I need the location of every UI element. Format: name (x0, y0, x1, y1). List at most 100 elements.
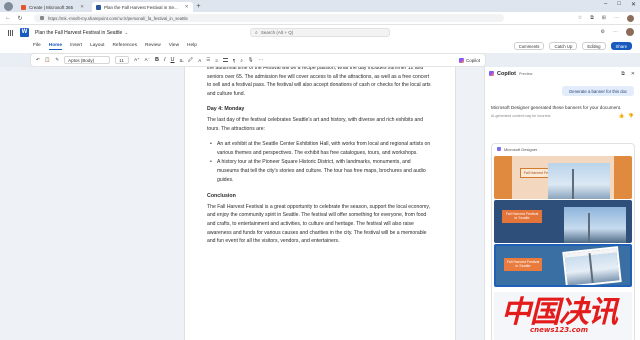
collections-icon[interactable]: ⊞ (602, 15, 606, 22)
dictate-icon[interactable]: 🎙 (248, 57, 254, 63)
close-window-icon[interactable]: ✕ (631, 1, 636, 8)
font-size-select[interactable]: 11 (115, 56, 130, 64)
banner-option-2[interactable]: Fall Harvest Festival in Seattle (494, 200, 632, 243)
tab-references[interactable]: References (112, 43, 137, 50)
strikethrough-icon[interactable]: S̶ (179, 58, 182, 63)
italic-button[interactable]: I (164, 57, 166, 63)
address-bar-row: ← ↻ https://mk.-msoft-my.sharepoint.com/… (0, 12, 640, 25)
menu-right-actions: Comments Catch Up Editing Share (513, 42, 632, 50)
bullets-icon[interactable]: ☰ (206, 57, 210, 63)
copilot-icon (458, 57, 464, 63)
seattle-polaroid-image (562, 246, 622, 285)
numbering-icon[interactable]: ≡ (215, 58, 218, 63)
close-tab-icon[interactable]: ✕ (80, 4, 84, 10)
extensions-icon[interactable]: ⧉ (590, 15, 594, 22)
browser-tab-strip: Create | Microsoft 365 ✕ Plan the Fall H… (0, 0, 640, 12)
find-icon[interactable]: ⌕ (240, 58, 243, 63)
banner-option-1[interactable]: Fall Harvest Festival (494, 156, 632, 199)
list-item: An art exhibit at the Seattle Center Exh… (207, 140, 433, 157)
designer-card-header: Microsoft Designer (492, 144, 634, 154)
bullet-list: An art exhibit at the Seattle Center Exh… (207, 140, 433, 184)
increase-font-icon[interactable]: A⁺ (134, 57, 139, 63)
bold-button[interactable]: B (155, 57, 159, 63)
new-tab-button[interactable]: + (197, 3, 201, 10)
more-icon[interactable]: ⋯ (613, 29, 618, 35)
settings-icon[interactable]: ⚙ (601, 29, 605, 35)
seattle-skyline-image (564, 207, 626, 243)
thumbs-up-icon[interactable]: 👍 (619, 113, 625, 119)
format-painter-icon[interactable]: ✎ (55, 57, 59, 63)
browser-toolbar: ☆ ⧉ ⊞ ⋯ (578, 15, 634, 22)
tab-label: Plan the Fall Harvest Festival in Se... (103, 4, 178, 10)
microsoft-365-icon (21, 4, 26, 10)
word-title-bar: W Plan the Fall Harvest Festival in Seat… (0, 25, 640, 40)
url-field[interactable]: https://mk.-msoft-my.sharepoint.com/:w:/… (34, 14, 504, 22)
document-title-text: Plan the Fall Harvest Festival in Seattl… (35, 29, 123, 36)
tab-file[interactable]: File (33, 43, 41, 50)
maximize-icon[interactable]: □ (617, 1, 621, 8)
tab-insert[interactable]: Insert (70, 43, 82, 50)
lock-icon (40, 16, 44, 20)
word-doc-icon (95, 4, 101, 10)
document-page[interactable]: the autumnal time of the Festival will b… (184, 67, 456, 340)
decrease-font-icon[interactable]: A⁻ (145, 57, 150, 63)
word-logo-icon: W (20, 28, 29, 37)
banner-stripe (494, 156, 512, 199)
url-text: https://mk.-msoft-my.sharepoint.com/:w:/… (48, 15, 188, 21)
site-watermark-logo: 中国决讯 cnews123.com (484, 295, 634, 335)
align-icon[interactable] (222, 57, 228, 63)
close-tab-icon[interactable]: ✕ (185, 4, 189, 10)
refresh-icon[interactable]: ↻ (16, 15, 24, 22)
settings-more-icon[interactable]: ⋯ (614, 15, 619, 22)
title-actions: ⚙ ⋯ (601, 28, 634, 36)
underline-button[interactable]: U (170, 57, 174, 63)
catch-up-button[interactable]: Catch Up (549, 42, 578, 50)
tab-home[interactable]: Home (48, 43, 63, 50)
feedback-buttons: 👍 👎 (619, 113, 634, 119)
banner-title: Fall Harvest Festival in Seattle (502, 210, 542, 223)
ribbon-tabs: File Home Insert Layout References Revie… (0, 40, 640, 53)
tab-help[interactable]: Help (187, 43, 197, 50)
close-pane-icon[interactable]: ✕ (631, 71, 635, 77)
tab-label: Create | Microsoft 365 (29, 4, 74, 10)
thumbs-down-icon[interactable]: 👎 (628, 113, 634, 119)
editing-mode-button[interactable]: Editing (582, 42, 606, 50)
document-title[interactable]: Plan the Fall Harvest Festival in Seattl… (35, 30, 128, 36)
minimize-icon[interactable]: – (604, 1, 607, 8)
highlight-icon[interactable]: 🖍 (187, 57, 193, 63)
font-color-icon[interactable]: A (198, 58, 201, 63)
watermark-main-text: 中国决讯 (501, 295, 618, 330)
list-item: A history tour at the Pioneer Square His… (207, 158, 433, 184)
ai-disclaimer: AI-generated content may be incorrect (491, 114, 551, 118)
font-family-select[interactable]: Aptos (Body) (64, 56, 111, 64)
tab-view[interactable]: View (169, 43, 179, 50)
browser-tab-active[interactable]: Plan the Fall Harvest Festival in Se... … (91, 2, 193, 12)
user-avatar[interactable] (626, 28, 634, 36)
search-placeholder: Search (Alt + Q) (260, 30, 294, 35)
browser-avatar[interactable] (627, 15, 634, 22)
tab-layout[interactable]: Layout (90, 43, 104, 50)
favorites-icon[interactable]: ☆ (578, 15, 582, 22)
pane-options-icon[interactable]: ⧉ (621, 71, 625, 77)
share-button[interactable]: Share (610, 42, 632, 50)
app-launcher-icon[interactable] (8, 29, 14, 36)
copilot-ribbon-button[interactable]: Copilot (458, 57, 480, 63)
tab-review[interactable]: Review (145, 43, 161, 50)
copilot-header: Copilot Preview ⧉ ✕ (485, 67, 640, 80)
prompt-bubble: Generate a banner for this doc (562, 86, 634, 96)
search-input[interactable]: ⌕ Search (Alt + Q) (250, 28, 390, 37)
comments-button[interactable]: Comments (513, 42, 545, 50)
back-icon[interactable]: ← (4, 15, 12, 21)
browser-tab[interactable]: Create | Microsoft 365 ✕ (17, 2, 88, 12)
seattle-skyline-image (548, 163, 610, 199)
designer-logo-icon (497, 147, 501, 151)
copilot-title: Copilot (497, 70, 516, 77)
banner-option-3-selected[interactable]: Fall Harvest Festival in Seattle (494, 244, 632, 287)
styles-icon[interactable]: ¶ (233, 58, 235, 63)
undo-icon[interactable]: ↶ (36, 57, 40, 63)
more-options-icon[interactable]: ⋯ (259, 57, 264, 63)
paragraph: The last day of the festival celebrates … (207, 116, 424, 132)
section-heading: Conclusion (207, 193, 236, 200)
clipboard-icon[interactable]: 📋 (45, 57, 51, 63)
profile-icon[interactable] (4, 1, 13, 11)
